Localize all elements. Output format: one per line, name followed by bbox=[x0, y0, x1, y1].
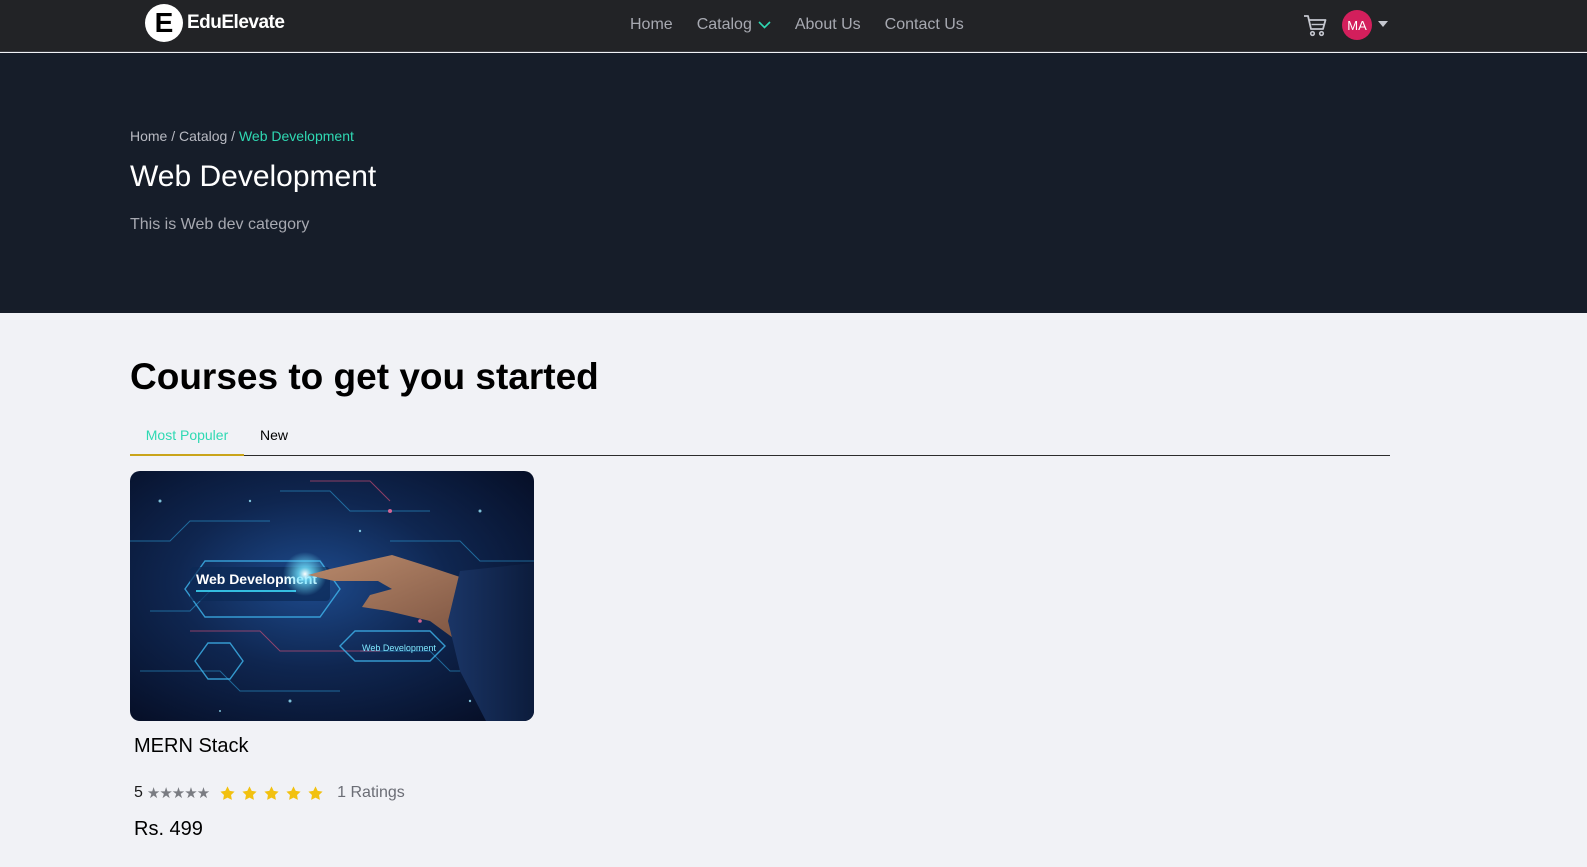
star-icon bbox=[264, 785, 279, 800]
nav-catalog-label: Catalog bbox=[696, 16, 752, 33]
brand-name: EduElevate bbox=[187, 12, 285, 33]
logo-letter: E bbox=[154, 7, 174, 38]
caret-down-icon[interactable] bbox=[1378, 21, 1388, 27]
course-price: Rs. 499 bbox=[134, 818, 203, 840]
course-card[interactable]: Web Development Web Development MERN Sta… bbox=[130, 471, 534, 840]
nav-contact[interactable]: Contact Us bbox=[885, 16, 964, 34]
cart-icon[interactable] bbox=[1302, 12, 1328, 38]
breadcrumb-current: Web Development bbox=[238, 128, 354, 144]
tab-most-popular[interactable]: Most Populer bbox=[130, 420, 244, 456]
grey-star-icons: ★★★★★ bbox=[146, 785, 210, 802]
breadcrumb: Home / Catalog / Web Development bbox=[130, 128, 354, 144]
nav-catalog[interactable]: Catalog bbox=[697, 16, 771, 34]
course-thumbnail: Web Development Web Development bbox=[130, 471, 534, 721]
thumbnail-subtext: Web Development bbox=[362, 643, 436, 653]
page-title: Web Development bbox=[130, 160, 377, 193]
logo-badge: E bbox=[145, 4, 183, 42]
nav-links: Home Catalog About Us Contact Us bbox=[630, 0, 988, 50]
section-title: Courses to get you started bbox=[130, 356, 599, 397]
star-icon bbox=[286, 785, 301, 800]
breadcrumb-home[interactable]: Home bbox=[130, 128, 167, 144]
rating-value: 5 bbox=[134, 784, 143, 801]
user-avatar[interactable]: MA bbox=[1342, 10, 1372, 40]
ratings-count: 1 Ratings bbox=[337, 784, 405, 801]
brand-logo[interactable]: E EduElevate bbox=[145, 4, 285, 42]
breadcrumb-separator: / bbox=[227, 128, 239, 144]
course-tabs: Most Populer New bbox=[130, 420, 1390, 456]
breadcrumb-catalog[interactable]: Catalog bbox=[179, 128, 227, 144]
course-title: MERN Stack bbox=[134, 735, 249, 757]
nav-home[interactable]: Home bbox=[630, 16, 673, 34]
top-navbar: E EduElevate Home Catalog About Us Conta… bbox=[0, 0, 1587, 52]
course-rating: 5 ★★★★★ 1 Ratings bbox=[134, 784, 405, 802]
star-icon bbox=[220, 785, 235, 800]
rating-stars bbox=[219, 785, 329, 802]
star-icon bbox=[308, 785, 323, 800]
nav-about[interactable]: About Us bbox=[795, 16, 861, 34]
star-icon bbox=[242, 785, 257, 800]
chevron-down-icon bbox=[758, 21, 771, 29]
category-description: This is Web dev category bbox=[130, 216, 310, 233]
breadcrumb-separator: / bbox=[167, 128, 180, 144]
tab-new[interactable]: New bbox=[260, 420, 288, 456]
category-hero: Home / Catalog / Web Development Web Dev… bbox=[0, 53, 1587, 313]
